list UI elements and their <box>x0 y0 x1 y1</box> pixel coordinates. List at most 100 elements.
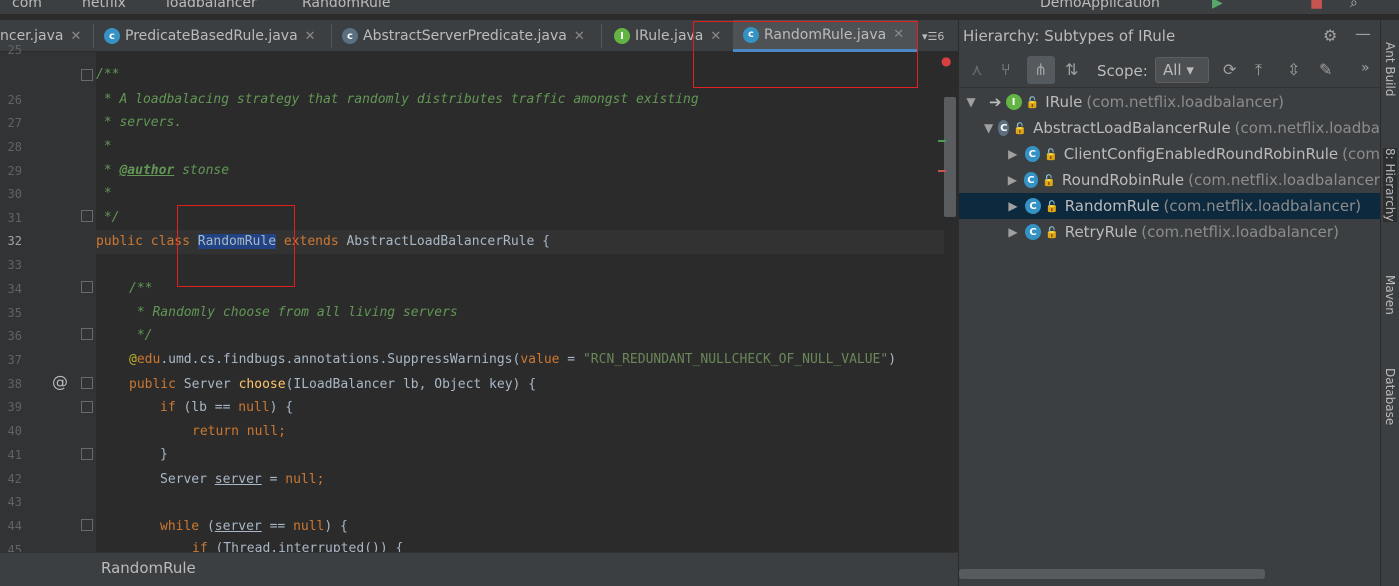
class-icon: C <box>1025 224 1041 240</box>
tree-node-randomrule[interactable]: ▶ C 🔓 RandomRule (com.netflix.loadbalancer… <box>959 193 1380 219</box>
interface-icon: I <box>1005 94 1022 110</box>
code-line-36: */ <box>129 328 153 343</box>
tool-window-strip: Ant Build 8: Hierarchy Maven Database <box>1380 20 1399 586</box>
panel-title: Hierarchy: Subtypes of IRule <box>963 27 1176 45</box>
editor-scrollbar[interactable] <box>944 97 956 217</box>
tree-node-retryrule[interactable]: ▶ C 🔓 RetryRule (com.netflix.loadbalancer) <box>959 219 1380 245</box>
supertypes-icon[interactable]: ⋏ <box>971 60 983 79</box>
fold-marker-icon[interactable] <box>81 328 93 340</box>
sort-alpha-icon[interactable]: ⇅ <box>1065 60 1078 79</box>
hierarchy-tool-button[interactable]: 8: Hierarchy <box>1383 148 1397 222</box>
tab-overflow-count: 6 <box>937 29 945 43</box>
gear-icon[interactable]: ⚙ <box>1323 26 1337 45</box>
fold-marker-icon[interactable] <box>81 281 93 293</box>
search-icon[interactable]: ⌕ <box>1350 0 1358 11</box>
override-marker-icon[interactable]: @ <box>52 372 68 391</box>
lock-icon: 🔓 <box>1013 121 1028 135</box>
tree-node-roundrobinrule[interactable]: ▶ C 🔓 RoundRobinRule (com.netflix.loadbala… <box>959 167 1380 193</box>
list-icon: ▾☰ <box>922 29 938 43</box>
lock-icon: 🔓 <box>1044 147 1058 161</box>
node-package: (com.netflix.loadba <box>1234 119 1380 137</box>
abstract-class-icon: c <box>342 28 358 44</box>
refresh-icon[interactable]: ⟳ <box>1223 60 1236 79</box>
tab-predicatebasedrule[interactable]: c PredicateBasedRule.java ✕ <box>104 20 330 52</box>
expand-arrow-icon[interactable]: ▼ <box>963 95 979 109</box>
code-editor[interactable]: /** * A loadbalacing strategy that rando… <box>96 52 944 552</box>
abstract-class-icon: C <box>998 120 1010 136</box>
breadcrumb-loadbalancer[interactable]: loadbalancer <box>166 0 257 11</box>
fold-marker-icon[interactable] <box>81 401 93 413</box>
line-number: 34 <box>7 282 22 296</box>
expand-icon[interactable]: ⤒ <box>1255 60 1262 80</box>
editor-gutter: 25 26 27 28 29 30 31 32 33 34 35 36 37 3… <box>0 43 96 557</box>
type-hierarchy-icon[interactable]: ⑂ <box>1001 60 1011 79</box>
keyword: null <box>293 519 325 534</box>
structure-breadcrumb[interactable]: RandomRule <box>101 559 196 577</box>
annotation-package: edu <box>136 352 161 367</box>
expand-arrow-icon[interactable]: ▶ <box>1005 147 1021 161</box>
expand-arrow-icon[interactable]: ▼ <box>983 121 994 135</box>
code-line-25: /** <box>96 67 120 82</box>
more-icon[interactable]: » <box>1361 60 1370 76</box>
node-package: (com.netflix.loadbalancer) <box>1086 93 1285 111</box>
tab-overflow-button[interactable]: ▾☰ 6 <box>922 20 956 52</box>
line-number: 44 <box>7 519 22 533</box>
keyword: if <box>192 541 216 552</box>
line-number: 33 <box>7 258 22 272</box>
close-icon[interactable]: ✕ <box>574 29 585 44</box>
breadcrumb-netflix[interactable]: netflix <box>82 0 126 11</box>
tab-separator <box>601 24 602 48</box>
scope-dropdown[interactable]: All ▾ <box>1155 57 1209 83</box>
javadoc-tag: @author <box>119 163 175 178</box>
annotation-param: value <box>520 352 560 367</box>
tab-separator <box>331 24 332 48</box>
type-name: Server <box>160 472 215 487</box>
minimize-icon[interactable]: — <box>1355 24 1371 43</box>
stop-icon[interactable]: ■ <box>1310 0 1323 11</box>
tree-node-clientconfigenabledroundrobinrule[interactable]: ▶ C 🔓 ClientConfigEnabledRoundRobinRule (c… <box>959 141 1380 167</box>
focus-arrow-icon: ➔ <box>989 93 1002 111</box>
breadcrumb-com[interactable]: com <box>12 0 42 11</box>
fold-marker-icon[interactable] <box>81 210 93 222</box>
error-indicator-icon[interactable]: ● <box>941 54 951 68</box>
class-icon: C <box>1023 172 1039 188</box>
method-params: (ILoadBalancer lb, Object key) { <box>285 377 537 392</box>
code-line-38: public Server choose(ILoadBalancer lb, O… <box>129 373 536 397</box>
tab-separator <box>93 24 94 48</box>
tab-label: PredicateBasedRule.java <box>125 28 298 44</box>
fold-marker-icon[interactable] <box>81 69 93 81</box>
lock-icon: 🔓 <box>1045 225 1059 239</box>
code-line-45: if (Thread.interrupted()) { <box>192 537 403 552</box>
ant-build-tool-button[interactable]: Ant Build <box>1383 42 1397 96</box>
tree-node-irule[interactable]: ▼ ➔ I 🔓 IRule (com.netflix.loadbalancer) <box>959 89 1380 115</box>
class-icon: C <box>1024 146 1040 162</box>
variable-name: server <box>214 519 262 534</box>
expand-arrow-icon[interactable]: ▶ <box>1005 173 1020 187</box>
pin-icon[interactable]: ✎ <box>1319 60 1332 79</box>
expand-arrow-icon[interactable]: ▶ <box>1005 225 1021 239</box>
run-config-selector[interactable]: DemoApplication <box>1040 0 1160 11</box>
fold-marker-icon[interactable] <box>81 519 93 531</box>
line-number: 35 <box>7 306 22 320</box>
maven-tool-button[interactable]: Maven <box>1383 275 1397 315</box>
close-icon[interactable]: ✕ <box>70 29 81 44</box>
node-name: IRule <box>1045 93 1083 111</box>
tab-abstractserverpredicate[interactable]: c AbstractServerPredicate.java ✕ <box>342 20 600 52</box>
node-name: RoundRobinRule <box>1061 171 1185 189</box>
semicolon: ; <box>278 424 286 439</box>
database-tool-button[interactable]: Database <box>1383 368 1397 425</box>
method-name: choose <box>238 377 286 392</box>
horizontal-scrollbar[interactable] <box>959 569 1265 579</box>
line-number: 28 <box>7 140 22 154</box>
breadcrumb-randomrule[interactable]: RandomRule <box>302 0 390 11</box>
expand-arrow-icon[interactable]: ▶ <box>1005 199 1021 213</box>
close-icon[interactable]: ✕ <box>305 29 316 44</box>
annotation-name: .umd.cs.findbugs.annotations.SuppressWar… <box>160 352 521 367</box>
collapse-all-icon[interactable]: ⇳ <box>1287 60 1300 79</box>
run-icon[interactable]: ▶ <box>1212 0 1223 11</box>
navigation-bar: com netflix loadbalancer RandomRule Demo… <box>0 0 1399 14</box>
fold-marker-icon[interactable] <box>81 448 93 460</box>
tree-node-abstractloadbalancerrule[interactable]: ▼ C 🔓 AbstractLoadBalancerRule (com.netfli… <box>959 115 1380 141</box>
fold-marker-icon[interactable] <box>81 377 93 389</box>
tab-label: AbstractServerPredicate.java <box>363 28 567 44</box>
